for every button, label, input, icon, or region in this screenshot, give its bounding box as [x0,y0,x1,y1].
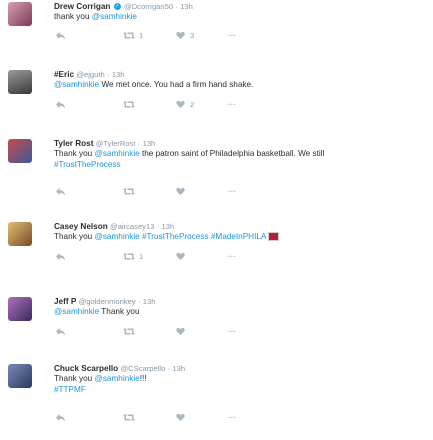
retweet-icon[interactable] [123,252,135,261]
reply-icon[interactable] [56,327,65,336]
author-name[interactable]: Tyler Rost [54,139,93,148]
retweet-icon[interactable] [123,413,135,422]
timestamp[interactable]: 13h [143,139,156,148]
tweet-item[interactable]: Tyler Rost @TylerRost · 13h Thank you @s… [0,137,433,212]
heart-icon[interactable] [176,187,185,196]
author-handle[interactable]: @ejguth [76,70,104,79]
reply-icon[interactable] [56,187,65,196]
retweet-icon[interactable] [123,327,135,336]
timestamp[interactable]: 13h [162,222,175,231]
timestamp[interactable]: 13h [143,297,156,306]
heart-icon[interactable] [176,252,185,261]
separator: · [107,70,110,79]
author-handle[interactable]: @Dcorrigan50 [124,2,173,11]
tweet-item[interactable]: Casey Nelson @aircasey13 · 13h Thank you… [0,220,433,278]
more-icon[interactable]: ··· [228,327,236,337]
tweet-text-line: Thank you @samhinkie!!! [54,374,147,383]
tweet-text-line: @samhinkie Thank you [54,307,140,316]
heart-icon[interactable] [176,100,185,109]
tweet-item[interactable]: #Eric @ejguth · 13h @samhinkie We met on… [0,68,433,126]
avatar[interactable] [8,222,32,246]
hashtag[interactable]: #TTPMF [54,385,425,396]
separator: · [156,222,160,231]
mention-link[interactable]: @samhinkie [54,307,99,316]
retweet-icon[interactable] [123,187,135,196]
tweet-item[interactable]: Chuck Scarpello @CScarpello · 13h Thank … [0,362,433,440]
more-icon[interactable]: ··· [228,187,236,197]
author-name[interactable]: Casey Nelson [54,222,108,231]
flag-emoji-icon [268,232,280,242]
tweet-text: Thank you @samhinkie!!! #TTPMF [54,374,425,395]
tweet-text-line: thank you @samhinkie [54,12,137,21]
author-name[interactable]: Chuck Scarpello [54,364,118,373]
mention-link[interactable]: @samhinkie [95,149,140,158]
more-icon[interactable]: ··· [228,100,236,110]
reply-icon[interactable] [56,100,65,109]
separator: · [137,297,141,306]
author-name[interactable]: Jeff P [54,297,76,306]
more-icon[interactable]: ··· [228,252,236,262]
tweet-text-line: @samhinkie We met once. You had a firm h… [54,80,254,89]
avatar[interactable] [8,297,32,321]
retweet-icon[interactable] [123,31,135,40]
timestamp[interactable]: 13h [112,70,125,79]
author-name[interactable]: Drew Corrigan [54,2,110,11]
more-icon[interactable]: ··· [228,413,236,423]
tweet-text: Thank you @samhinkie the patron saint of… [54,149,425,170]
avatar[interactable] [8,70,32,94]
retweet-count: 1 [139,31,144,40]
avatar[interactable] [8,2,32,26]
mention-link[interactable]: @samhinkie [54,80,99,89]
separator: · [175,2,178,11]
tweet-item[interactable]: Jeff P @goldenmonkey · 13h @samhinkie Th… [0,295,433,353]
separator: · [167,364,171,373]
tweet-text: thank you @samhinkie [54,12,425,23]
heart-icon[interactable] [176,413,185,422]
tweet-item[interactable]: Drew Corrigan ✓ @Dcorrigan50 · 13h thank… [0,0,433,60]
mention-link[interactable]: @samhinkie [95,232,140,241]
author-handle[interactable]: @TylerRost [96,139,136,148]
author-handle[interactable]: @aircasey13 [110,222,154,231]
retweet-icon[interactable] [123,100,135,109]
tweet-text: Thank you @samhinkie #TrustTheProcess #M… [54,232,425,243]
avatar[interactable] [8,364,32,388]
hashtag[interactable]: #TrustTheProcess [54,160,425,171]
heart-icon[interactable] [176,327,185,336]
reply-icon[interactable] [56,31,65,40]
hashtag[interactable]: #TrustTheProcess [142,232,209,241]
reply-icon[interactable] [56,413,65,422]
avatar[interactable] [8,139,32,163]
like-count: 2 [190,100,195,109]
heart-icon[interactable] [176,31,185,40]
mention-link[interactable]: @samhinkie [92,12,137,21]
more-icon[interactable]: ··· [228,31,236,41]
hashtag[interactable]: #MadeInPHILA [211,232,266,241]
tweet-text: @samhinkie Thank you [54,307,425,318]
separator: · [137,139,141,148]
timestamp[interactable]: 13h [180,2,193,11]
tweet-text-line: Thank you @samhinkie #TrustTheProcess #M… [54,232,266,241]
tweet-text-line: Thank you @samhinkie the patron saint of… [54,149,325,158]
reply-icon[interactable] [56,252,65,261]
like-count: 3 [190,31,195,40]
author-name[interactable]: #Eric [54,70,74,79]
retweet-count: 1 [139,252,144,261]
timestamp[interactable]: 13h [172,364,185,373]
verified-badge-icon: ✓ [113,3,121,11]
author-handle[interactable]: @CScarpello [120,364,165,373]
tweet-text: @samhinkie We met once. You had a firm h… [54,80,425,91]
mention-link[interactable]: @samhinkie [95,374,140,383]
author-handle[interactable]: @goldenmonkey [79,297,136,306]
